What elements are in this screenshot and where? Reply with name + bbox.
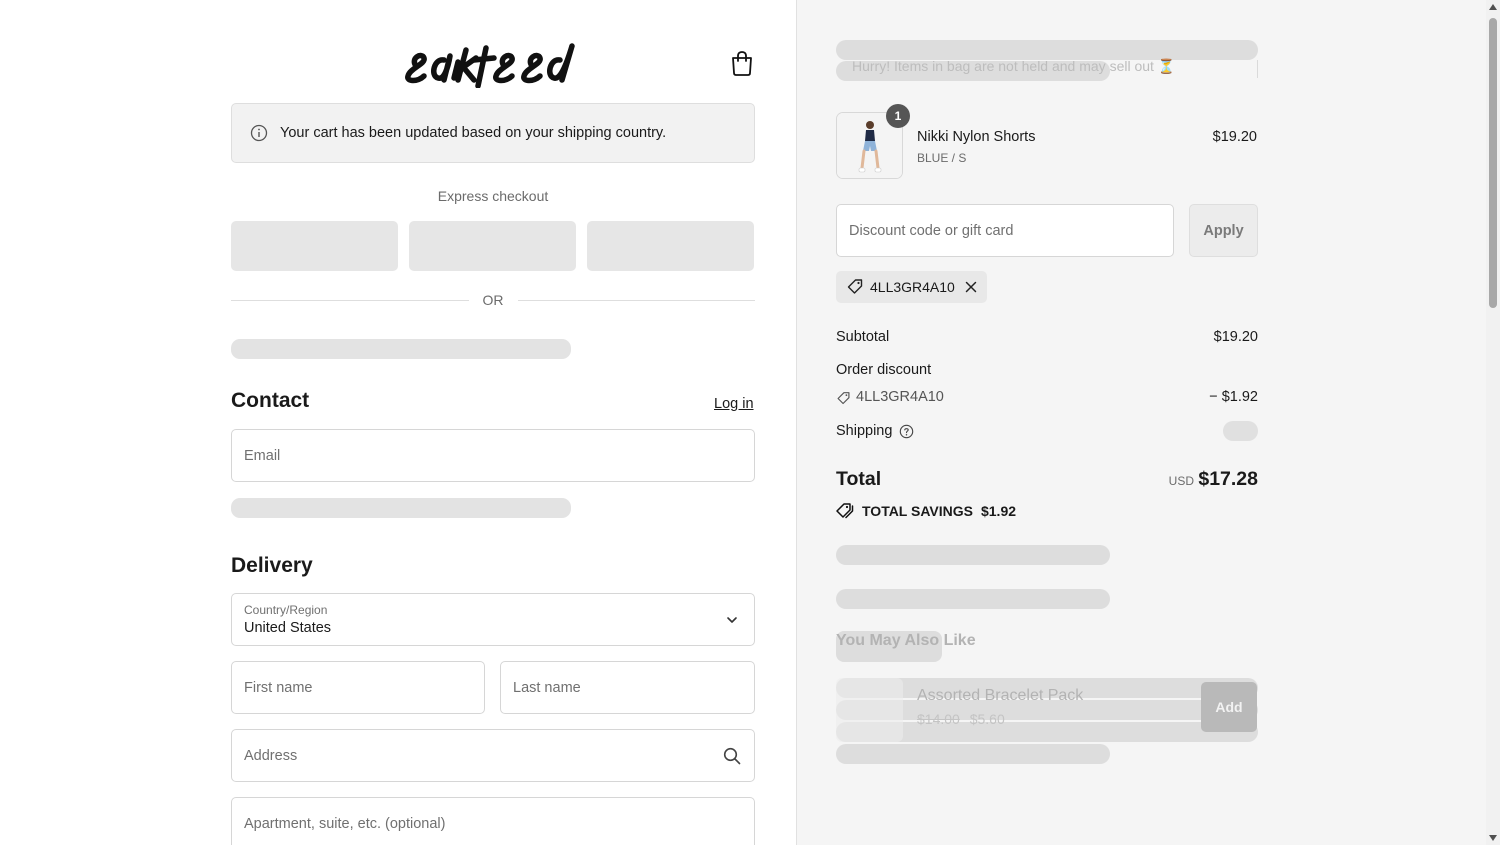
- express-pay-button-3[interactable]: [587, 221, 754, 271]
- loading-skeleton: [231, 339, 571, 359]
- product-price: $19.20: [1212, 129, 1257, 145]
- total-savings: TOTAL SAVINGS $1.92: [836, 502, 1016, 520]
- loading-skeleton: [836, 589, 1110, 609]
- applied-code: 4LL3GR4A10: [870, 279, 955, 295]
- express-pay-button-2[interactable]: [409, 221, 576, 271]
- subtotal-label: Subtotal: [836, 329, 890, 345]
- first-name-placeholder: First name: [244, 680, 313, 696]
- last-name-field[interactable]: Last name: [500, 661, 755, 714]
- or-divider: OR: [231, 290, 755, 310]
- order-summary-pane: Hurry! Items in bag are not held and may…: [796, 0, 1486, 845]
- search-icon[interactable]: [722, 746, 742, 766]
- product-name: Nikki Nylon Shorts: [917, 129, 1036, 145]
- email-field[interactable]: Email: [231, 429, 755, 482]
- info-icon: [250, 124, 268, 142]
- notice-text: Your cart has been updated based on your…: [280, 125, 667, 141]
- savings-tag-icon: [836, 503, 854, 519]
- address-field[interactable]: Address: [231, 729, 755, 782]
- apartment-field[interactable]: Apartment, suite, etc. (optional): [231, 797, 755, 845]
- shipping-label: Shipping: [836, 423, 893, 439]
- add-recommendation-button[interactable]: Add: [1201, 682, 1257, 732]
- help-icon[interactable]: [899, 424, 914, 439]
- discount-placeholder: Discount code or gift card: [849, 223, 1014, 239]
- bag-icon[interactable]: [729, 49, 755, 77]
- savings-label: TOTAL SAVINGS: [862, 503, 973, 519]
- login-link[interactable]: Log in: [714, 396, 754, 412]
- apartment-placeholder: Apartment, suite, etc. (optional): [244, 816, 446, 832]
- scroll-down-arrow[interactable]: [1489, 835, 1497, 841]
- scroll-up-arrow[interactable]: [1489, 4, 1497, 10]
- quantity-badge: 1: [886, 104, 910, 128]
- shipping-loading: [1223, 421, 1258, 441]
- country-value: United States: [244, 620, 332, 636]
- tag-icon: [847, 279, 863, 294]
- checkout-form-pane: Your cart has been updated based on your…: [0, 0, 796, 845]
- last-name-placeholder: Last name: [513, 680, 581, 696]
- brand-logo[interactable]: [400, 36, 585, 89]
- delivery-heading: Delivery: [231, 554, 313, 577]
- country-select[interactable]: Country/Region United States: [231, 593, 755, 646]
- page-scrollbar[interactable]: [1486, 0, 1500, 845]
- tag-icon: [837, 392, 850, 405]
- total-value: $17.28: [1198, 468, 1258, 490]
- scrollbar-thumb[interactable]: [1489, 18, 1497, 308]
- loading-skeleton: [231, 498, 571, 518]
- order-discount-row: Order discount: [836, 362, 1258, 378]
- old-price: $14.00: [917, 711, 960, 727]
- recommendation-name: Assorted Bracelet Pack: [917, 687, 1084, 704]
- apply-discount-button[interactable]: Apply: [1189, 204, 1258, 257]
- email-placeholder: Email: [244, 448, 281, 464]
- product-variant: BLUE / S: [917, 151, 967, 165]
- express-checkout-label: Express checkout: [437, 188, 549, 204]
- order-discount-label: Order discount: [836, 362, 932, 378]
- loading-skeleton: [836, 744, 1110, 764]
- total-row: Total USD $17.28: [836, 466, 1258, 496]
- loading-skeleton: [836, 40, 1258, 60]
- loading-skeleton: [836, 545, 1110, 565]
- subtotal-row: Subtotal $19.20: [836, 329, 1258, 345]
- close-icon[interactable]: [965, 281, 977, 293]
- hurry-message: Hurry! Items in bag are not held and may…: [852, 58, 1176, 74]
- cart-updated-notice: Your cart has been updated based on your…: [231, 103, 755, 163]
- or-label: OR: [482, 292, 504, 308]
- shipping-row: Shipping: [836, 421, 1258, 441]
- order-discount-code: 4LL3GR4A10: [856, 389, 944, 405]
- currency-code: USD: [1168, 474, 1194, 488]
- country-label: Country/Region: [244, 603, 328, 617]
- savings-value: $1.92: [980, 503, 1017, 519]
- chevron-down-icon: [727, 617, 737, 623]
- recommendations-heading: You May Also Like: [836, 632, 976, 649]
- total-label: Total: [836, 468, 882, 490]
- recommendation-price: $14.00 $5.60: [917, 711, 1005, 727]
- subtotal-value: $19.20: [1213, 329, 1258, 345]
- recommendation-thumbnail: [836, 678, 903, 742]
- applied-discount-chip: 4LL3GR4A10: [836, 271, 987, 303]
- contact-heading: Contact: [231, 389, 310, 412]
- new-price: $5.60: [969, 711, 1005, 727]
- divider: [1257, 60, 1258, 78]
- address-placeholder: Address: [244, 748, 298, 764]
- discount-code-field[interactable]: Discount code or gift card: [836, 204, 1174, 257]
- order-discount-value: − $1.92: [1209, 389, 1258, 405]
- express-pay-button-1[interactable]: [231, 221, 398, 271]
- first-name-field[interactable]: First name: [231, 661, 485, 714]
